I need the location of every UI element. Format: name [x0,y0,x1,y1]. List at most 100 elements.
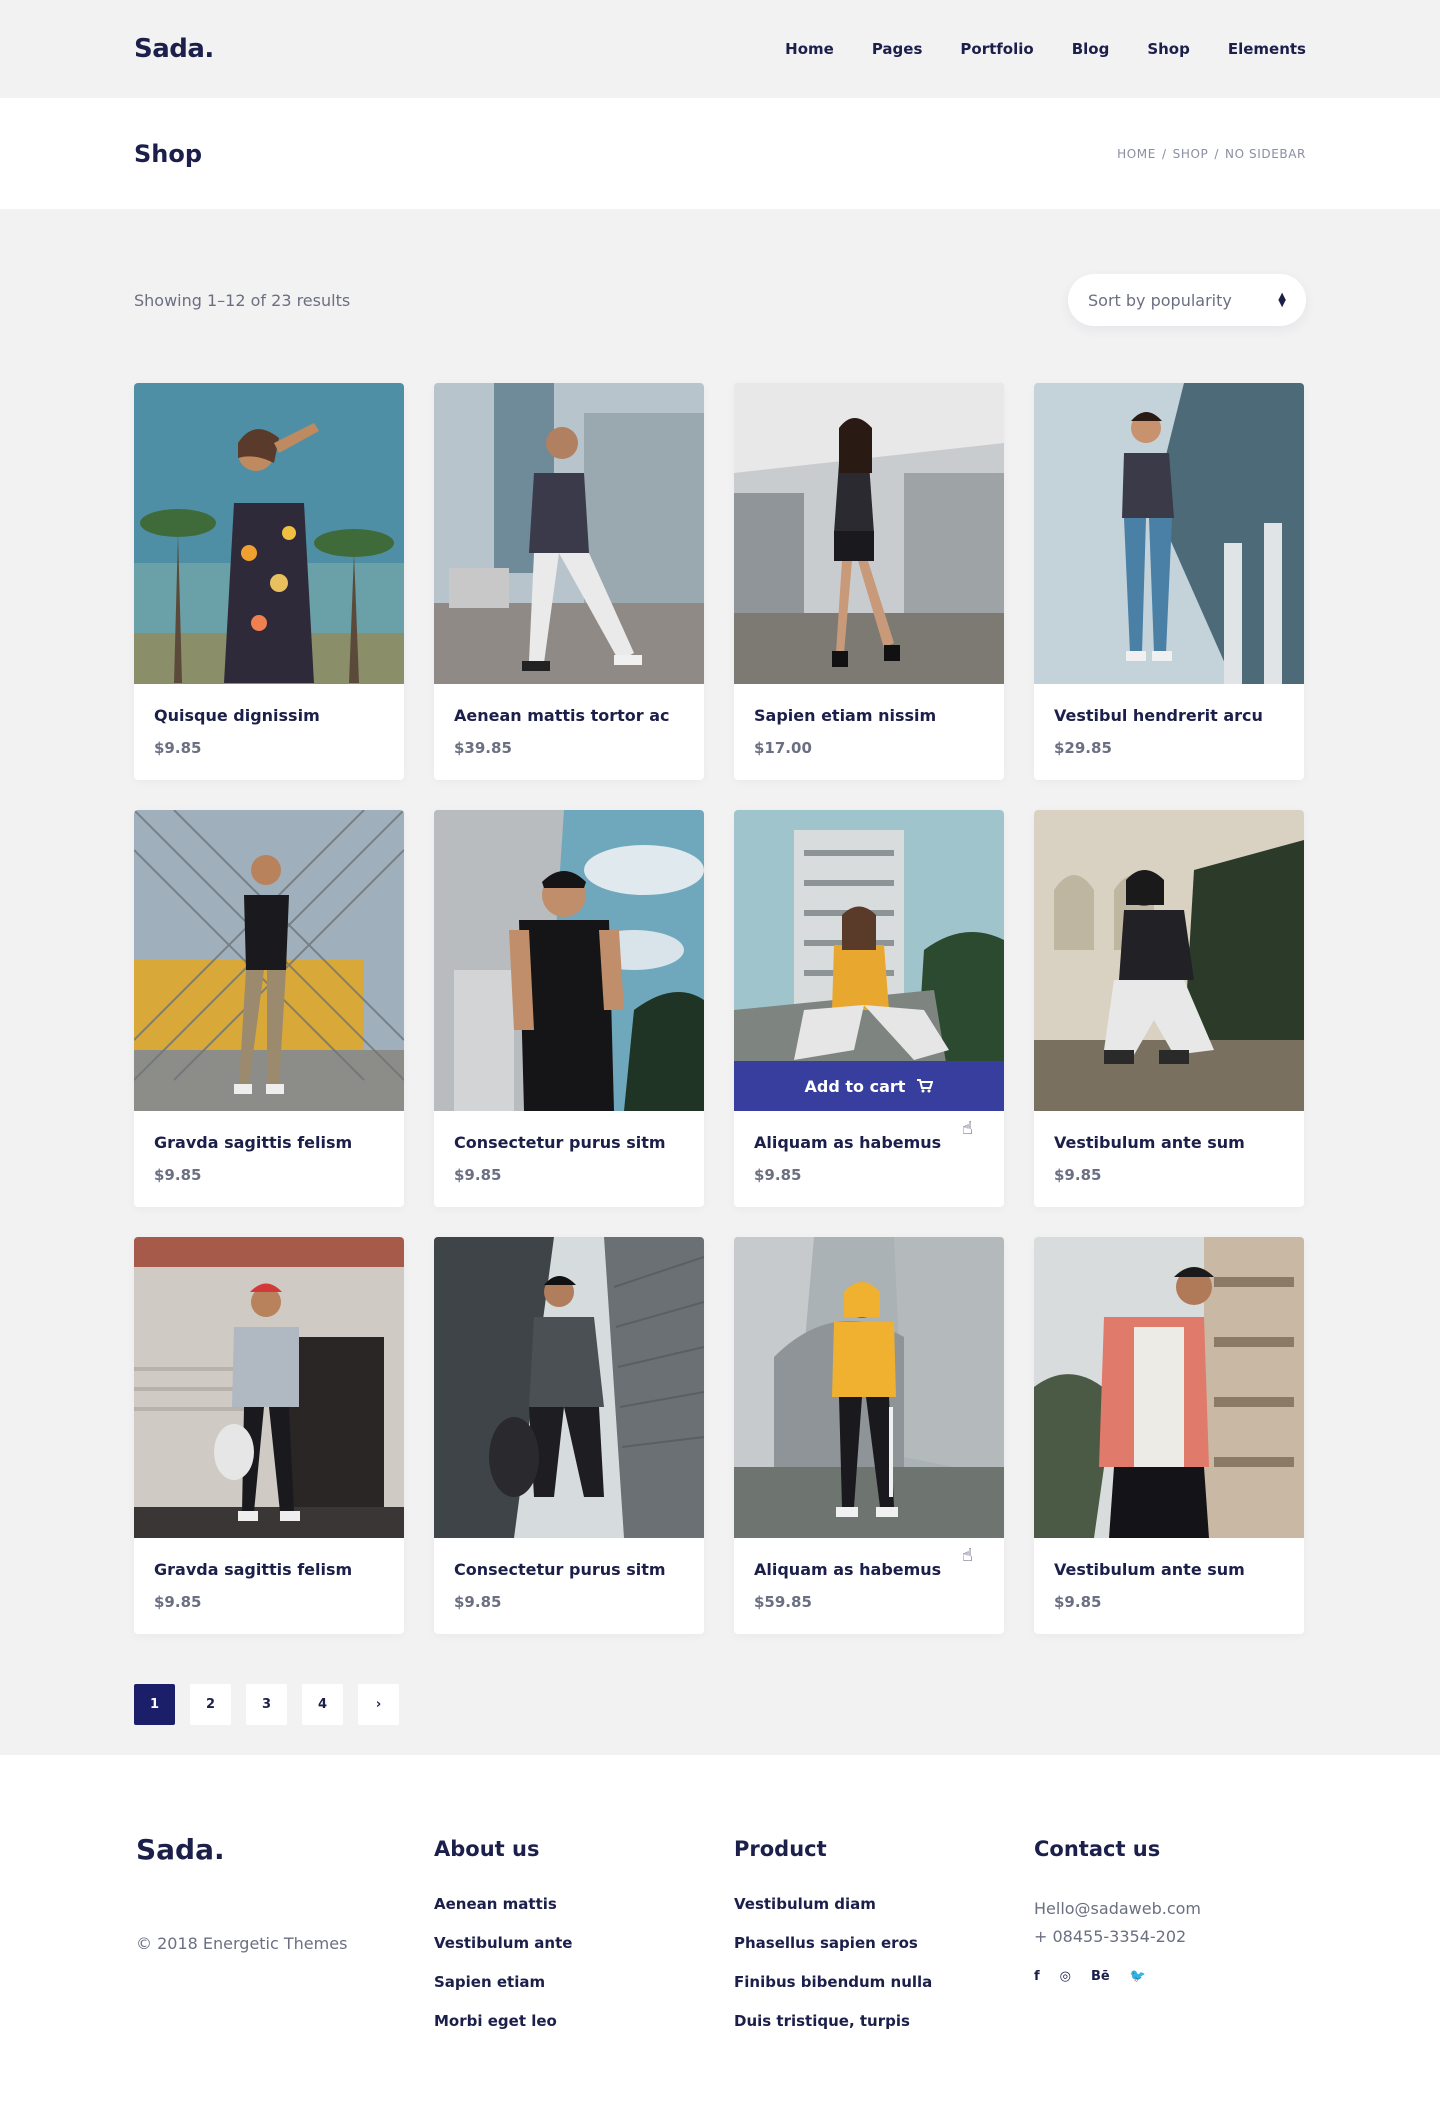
nav-elements[interactable]: Elements [1228,40,1306,58]
contact-phone: + 08455-3354-202 [1034,1927,1187,1946]
main-nav: Home Pages Portfolio Blog Shop Elements [785,40,1306,58]
add-to-cart-button[interactable]: Add to cart [734,1061,1004,1111]
product-name[interactable]: Vestibulum ante sum [1054,1560,1284,1579]
product-card[interactable]: Sapien etiam nissim $17.00 [734,383,1004,780]
breadcrumb-shop[interactable]: SHOP [1173,147,1209,161]
product-info: Consectetur purus sitm $9.85 [434,1111,704,1184]
footer-link[interactable]: Duis tristique, turpis [734,2012,1034,2030]
product-price: $9.85 [1054,1166,1102,1184]
product-name[interactable]: Gravda sagittis felism [154,1133,384,1152]
footer-contact-title: Contact us [1034,1837,1161,1861]
product-name[interactable]: Gravda sagittis felism [154,1560,384,1579]
twitter-icon[interactable]: 🐦 [1130,1969,1146,1984]
site-logo[interactable]: Sada. [134,34,214,64]
product-image[interactable] [734,383,1004,684]
product-image[interactable] [134,810,404,1111]
product-card[interactable]: Vestibulum ante sum $9.85 [1034,810,1304,1207]
product-name[interactable]: Consectetur purus sitm [454,1133,684,1152]
product-image[interactable] [434,1237,704,1538]
product-name[interactable]: Aliquam as habemus [754,1560,984,1579]
product-price: $9.85 [154,1166,202,1184]
page-title: Shop [134,139,203,168]
page-titlebar: Shop HOME / SHOP / NO SIDEBAR [0,98,1440,209]
product-image[interactable] [434,810,704,1111]
nav-home[interactable]: Home [785,40,834,58]
sort-select[interactable]: Sort by popularity ▲ ▼ [1068,274,1306,326]
footer-brand: Sada. © 2018 Energetic Themes [134,1833,434,2111]
product-card[interactable]: Vestibul hendrerit arcu $29.85 [1034,383,1304,780]
product-price: $59.85 [754,1593,812,1611]
contact-email[interactable]: Hello@sadaweb.com [1034,1895,1304,1923]
product-card[interactable]: Consectetur purus sitm $9.85 [434,810,704,1207]
nav-pages[interactable]: Pages [872,40,923,58]
product-price: $9.85 [154,1593,202,1611]
footer-link[interactable]: Phasellus sapien eros [734,1934,1034,1952]
product-price: $29.85 [1054,739,1112,757]
copyright: © 2018 Energetic Themes [136,1934,348,1953]
product-card[interactable]: Consectetur purus sitm $9.85 [434,1237,704,1634]
breadcrumb-home[interactable]: HOME [1117,147,1156,161]
nav-blog[interactable]: Blog [1072,40,1110,58]
product-image[interactable] [1034,810,1304,1111]
footer-contact: Contact us Hello@sadaweb.com + 08455-335… [1034,1833,1304,2111]
nav-shop[interactable]: Shop [1147,40,1190,58]
product-image[interactable] [134,1237,404,1538]
footer-product-links: Vestibulum diam Phasellus sapien eros Fi… [734,1895,1034,2030]
footer-link[interactable]: Aenean mattis [434,1895,734,1913]
product-name[interactable]: Aliquam as habemus [754,1133,984,1152]
sort-label: Sort by popularity [1088,290,1232,310]
product-image[interactable] [1034,1237,1304,1538]
footer-about-links: Aenean mattis Vestibulum ante Sapien eti… [434,1895,734,2030]
product-card[interactable]: Vestibulum ante sum $9.85 [1034,1237,1304,1634]
facebook-icon[interactable]: f [1034,1969,1040,1984]
footer-about-title: About us [434,1837,540,1861]
footer-link[interactable]: Sapien etiam [434,1973,734,1991]
product-info: Consectetur purus sitm $9.85 [434,1538,704,1611]
product-card[interactable]: Aenean mattis tortor ac $39.85 [434,383,704,780]
behance-icon[interactable]: Bē [1091,1969,1110,1984]
footer-product: Product Vestibulum diam Phasellus sapien… [734,1833,1034,2111]
product-info: Quisque dignissim $9.85 [134,684,404,757]
footer-link[interactable]: Vestibulum diam [734,1895,1034,1913]
product-price: $9.85 [154,739,202,757]
footer-link[interactable]: Morbi eget leo [434,2012,734,2030]
product-name[interactable]: Sapien etiam nissim [754,706,984,725]
product-card[interactable]: Aliquam as habemus $59.85 ☝ [734,1237,1004,1634]
product-info: Vestibulum ante sum $9.85 [1034,1111,1304,1184]
sort-arrows-icon: ▲ ▼ [1278,291,1286,309]
page-2-button[interactable]: 2 [190,1684,231,1725]
product-name[interactable]: Vestibulum ante sum [1054,1133,1284,1152]
footer-logo[interactable]: Sada. [134,1833,434,1866]
page-4-button[interactable]: 4 [302,1684,343,1725]
product-price: $9.85 [454,1593,502,1611]
page-3-button[interactable]: 3 [246,1684,287,1725]
product-card[interactable]: Gravda sagittis felism $9.85 [134,1237,404,1634]
product-card[interactable]: Gravda sagittis felism $9.85 [134,810,404,1207]
page-1-button[interactable]: 1 [134,1684,175,1725]
product-price: $9.85 [754,1166,802,1184]
product-card[interactable]: Quisque dignissim $9.85 [134,383,404,780]
social-links: f ◎ Bē 🐦 [1034,1969,1304,1984]
product-image[interactable] [1034,383,1304,684]
product-name[interactable]: Vestibul hendrerit arcu [1054,706,1284,725]
product-image[interactable]: Add to cart [734,810,1004,1111]
product-image[interactable] [434,383,704,684]
breadcrumb: HOME / SHOP / NO SIDEBAR [1117,147,1306,161]
product-image[interactable] [734,1237,1004,1538]
instagram-icon[interactable]: ◎ [1060,1969,1071,1984]
footer-link[interactable]: Finibus bibendum nulla [734,1973,1034,1991]
hand-cursor-icon: ☝ [962,1545,973,1566]
nav-portfolio[interactable]: Portfolio [960,40,1033,58]
product-info: Gravda sagittis felism $9.85 [134,1111,404,1184]
product-name[interactable]: Quisque dignissim [154,706,384,725]
footer-link[interactable]: Vestibulum ante [434,1934,734,1952]
product-name[interactable]: Consectetur purus sitm [454,1560,684,1579]
product-image[interactable] [134,383,404,684]
product-name[interactable]: Aenean mattis tortor ac [454,706,684,725]
next-page-button[interactable]: › [358,1684,399,1725]
product-price: $9.85 [1054,1593,1102,1611]
product-price: $39.85 [454,739,512,757]
product-card[interactable]: Add to cart Aliquam as habemus $9.85 ☝ [734,810,1004,1207]
product-info: Sapien etiam nissim $17.00 [734,684,1004,757]
product-info: Aenean mattis tortor ac $39.85 [434,684,704,757]
